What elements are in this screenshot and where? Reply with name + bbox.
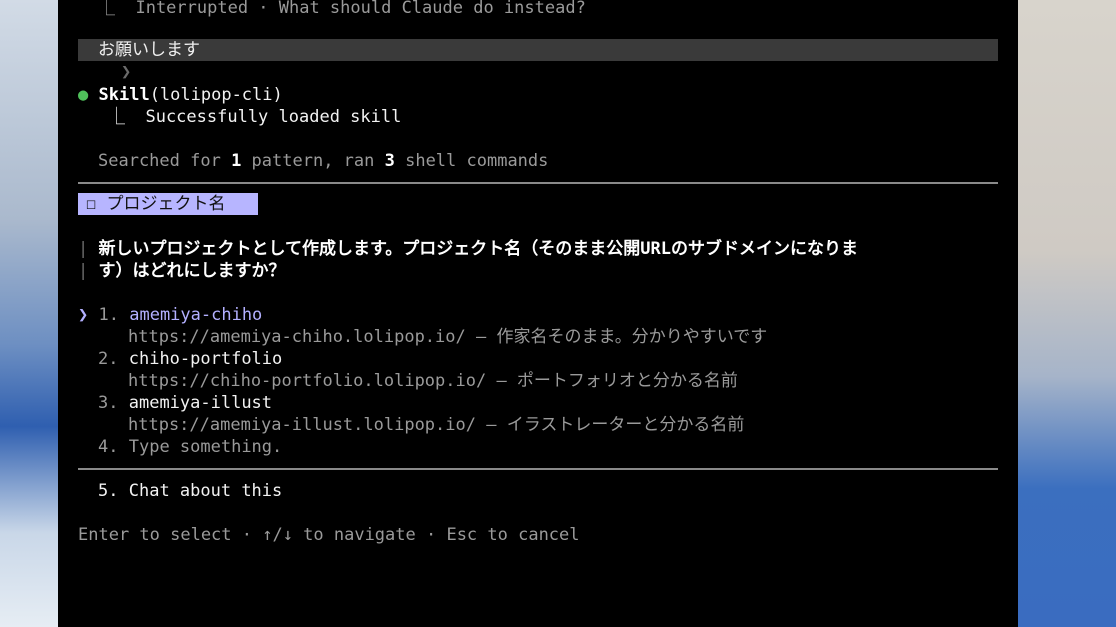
- option-label: chiho-portfolio: [128, 349, 283, 369]
- option-number: 5.: [98, 481, 119, 501]
- user-prompt-bar: ❯ お願いします: [78, 39, 998, 82]
- search-suffix: shell commands: [394, 151, 549, 171]
- footer-hint: Enter to select · ↑/↓ to navigate · Esc …: [78, 525, 580, 545]
- option-3-desc: https://amemiya-illust.lolipop.io/ — イラス…: [128, 415, 745, 435]
- option-label: Type something.: [128, 437, 283, 457]
- terminal-window: ⎿ Interrupted · What should Claude do in…: [58, 0, 1018, 627]
- selection-cursor-icon: ❯: [78, 305, 89, 325]
- question-tag: ☐ プロジェクト名: [78, 193, 258, 215]
- option-label: amemiya-chiho: [129, 305, 263, 325]
- question-bar: |: [78, 261, 89, 281]
- option-4[interactable]: 4. Type something.: [98, 436, 282, 458]
- option-label: Chat about this: [128, 481, 283, 501]
- question-text-2: す）はどれにしますか？: [98, 261, 286, 281]
- question-line-2: | す）はどれにしますか？: [78, 260, 286, 282]
- option-5[interactable]: 5. Chat about this: [98, 480, 282, 502]
- search-count: 1: [231, 151, 242, 171]
- question-bar: |: [78, 239, 89, 259]
- divider-top: [78, 182, 998, 184]
- option-2-desc: https://chiho-portfolio.lolipop.io/ — ポー…: [128, 371, 738, 391]
- search-summary: Searched for 1 pattern, ran 3 shell comm…: [98, 150, 548, 172]
- divider-bottom: [78, 468, 998, 470]
- question-tag-label: ☐ プロジェクト名: [86, 194, 226, 214]
- option-1[interactable]: ❯ 1. amemiya-chiho: [78, 304, 262, 326]
- interrupted-line: ⎿ Interrupted · What should Claude do in…: [98, 0, 586, 18]
- option-number: 1.: [98, 305, 119, 325]
- option-3[interactable]: 3. amemiya-illust: [98, 392, 272, 414]
- skill-result: ⎿ Successfully loaded skill: [108, 107, 402, 127]
- shell-count: 3: [384, 151, 395, 171]
- search-prefix: Searched for: [98, 151, 232, 171]
- question-text-1: 新しいプロジェクトとして作成します。プロジェクト名（そのまま公開URLのサブドメ…: [98, 239, 859, 259]
- prompt-chevron-icon: ❯: [120, 62, 132, 82]
- skill-name: Skill: [98, 85, 150, 105]
- search-mid: pattern, ran: [241, 151, 385, 171]
- desktop-background-left: [0, 0, 58, 627]
- option-2[interactable]: 2. chiho-portfolio: [98, 348, 282, 370]
- option-number: 2.: [98, 349, 119, 369]
- question-line-1: | 新しいプロジェクトとして作成します。プロジェクト名（そのまま公開URLのサブ…: [78, 238, 858, 260]
- skill-arg: (lolipop-cli): [149, 85, 283, 105]
- status-dot-icon: ●: [78, 85, 89, 105]
- option-number: 4.: [98, 437, 119, 457]
- skill-line: ● Skill(lolipop-cli): [78, 84, 283, 106]
- desktop-background-right: [1018, 0, 1116, 627]
- option-label: amemiya-illust: [128, 393, 273, 413]
- option-number: 3.: [98, 393, 119, 413]
- option-1-desc: https://amemiya-chiho.lolipop.io/ — 作家名そ…: [128, 327, 768, 347]
- user-prompt-text: お願いします: [98, 40, 200, 60]
